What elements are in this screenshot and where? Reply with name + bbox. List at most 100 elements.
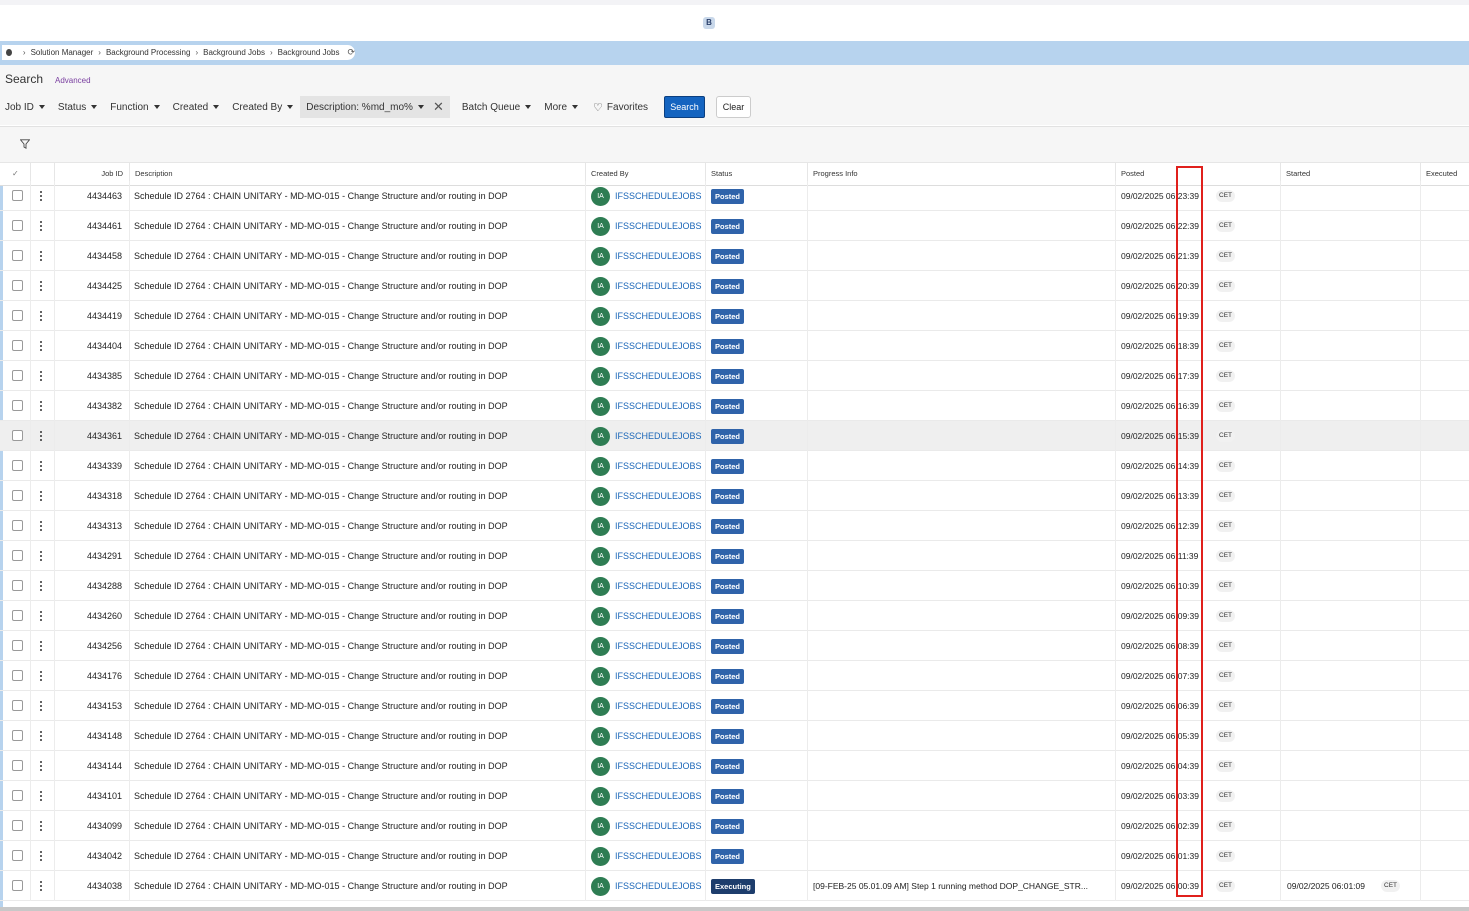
row-menu-icon[interactable] xyxy=(39,549,42,563)
row-menu-icon[interactable] xyxy=(39,759,42,773)
table-row[interactable]: 4434425 Schedule ID 2764 : CHAIN UNITARY … xyxy=(0,271,1469,301)
filter-batch-queue[interactable]: Batch Queue xyxy=(462,102,532,113)
row-menu-icon[interactable] xyxy=(39,849,42,863)
job-id-cell[interactable]: 4434148 xyxy=(56,721,122,751)
row-menu-icon[interactable] xyxy=(39,489,42,503)
table-row[interactable]: 4434318 Schedule ID 2764 : CHAIN UNITARY … xyxy=(0,481,1469,511)
row-checkbox[interactable] xyxy=(12,460,23,471)
table-row[interactable]: 4434313 Schedule ID 2764 : CHAIN UNITARY … xyxy=(0,511,1469,541)
created-by-link[interactable]: IFSSCHEDULEJOBS xyxy=(615,601,702,631)
table-row[interactable]: 4434288 Schedule ID 2764 : CHAIN UNITARY … xyxy=(0,571,1469,601)
created-by-link[interactable]: IFSSCHEDULEJOBS xyxy=(615,451,702,481)
created-by-link[interactable]: IFSSCHEDULEJOBS xyxy=(615,301,702,331)
refresh-icon[interactable]: ⟳ xyxy=(347,47,355,58)
row-checkbox[interactable] xyxy=(12,670,23,681)
row-checkbox[interactable] xyxy=(12,760,23,771)
job-id-cell[interactable]: 4434099 xyxy=(56,811,122,841)
favorites-button[interactable]: ♡ Favorites xyxy=(593,101,648,114)
table-row[interactable]: 4434256 Schedule ID 2764 : CHAIN UNITARY … xyxy=(0,631,1469,661)
row-menu-icon[interactable] xyxy=(39,699,42,713)
table-row[interactable]: 4434382 Schedule ID 2764 : CHAIN UNITARY … xyxy=(0,391,1469,421)
row-checkbox[interactable] xyxy=(12,640,23,651)
row-checkbox[interactable] xyxy=(12,340,23,351)
row-checkbox[interactable] xyxy=(12,310,23,321)
filter-description[interactable]: Description: %md_mo% ✕ xyxy=(300,96,450,118)
table-row[interactable]: 4434361 Schedule ID 2764 : CHAIN UNITARY … xyxy=(0,421,1469,451)
created-by-link[interactable]: IFSSCHEDULEJOBS xyxy=(615,751,702,781)
row-menu-icon[interactable] xyxy=(39,519,42,533)
table-row[interactable]: 4434099 Schedule ID 2764 : CHAIN UNITARY … xyxy=(0,811,1469,841)
row-checkbox[interactable] xyxy=(12,730,23,741)
row-checkbox[interactable] xyxy=(12,190,23,201)
created-by-link[interactable]: IFSSCHEDULEJOBS xyxy=(615,421,702,451)
job-id-cell[interactable]: 4434318 xyxy=(56,481,122,511)
breadcrumb-item[interactable]: Background Processing xyxy=(106,48,191,57)
row-checkbox[interactable] xyxy=(12,820,23,831)
row-checkbox[interactable] xyxy=(12,430,23,441)
row-checkbox[interactable] xyxy=(12,370,23,381)
job-id-cell[interactable]: 4434144 xyxy=(56,751,122,781)
created-by-link[interactable]: IFSSCHEDULEJOBS xyxy=(615,541,702,571)
row-checkbox[interactable] xyxy=(12,250,23,261)
row-menu-icon[interactable] xyxy=(39,639,42,653)
row-checkbox[interactable] xyxy=(12,490,23,501)
table-row[interactable]: 4434148 Schedule ID 2764 : CHAIN UNITARY … xyxy=(0,721,1469,751)
breadcrumb-item[interactable]: Solution Manager xyxy=(31,48,94,57)
table-row[interactable]: 4434419 Schedule ID 2764 : CHAIN UNITARY … xyxy=(0,301,1469,331)
job-id-cell[interactable]: 4434256 xyxy=(56,631,122,661)
clear-button[interactable]: Clear xyxy=(716,96,752,118)
job-id-cell[interactable]: 4434260 xyxy=(56,601,122,631)
table-row[interactable]: 4434291 Schedule ID 2764 : CHAIN UNITARY … xyxy=(0,541,1469,571)
filter-more[interactable]: More xyxy=(544,102,579,113)
table-row[interactable]: 4434144 Schedule ID 2764 : CHAIN UNITARY … xyxy=(0,751,1469,781)
row-menu-icon[interactable] xyxy=(39,789,42,803)
app-logo[interactable]: B xyxy=(703,17,715,29)
created-by-link[interactable]: IFSSCHEDULEJOBS xyxy=(615,241,702,271)
job-id-cell[interactable]: 4434153 xyxy=(56,691,122,721)
horizontal-scrollbar[interactable] xyxy=(0,907,1469,911)
row-checkbox[interactable] xyxy=(12,580,23,591)
row-checkbox[interactable] xyxy=(12,610,23,621)
filter-funnel-icon[interactable] xyxy=(20,139,30,149)
row-checkbox[interactable] xyxy=(12,550,23,561)
home-icon[interactable] xyxy=(6,49,12,56)
job-id-cell[interactable]: 4434382 xyxy=(56,391,122,421)
row-menu-icon[interactable] xyxy=(39,669,42,683)
created-by-link[interactable]: IFSSCHEDULEJOBS xyxy=(615,631,702,661)
created-by-link[interactable]: IFSSCHEDULEJOBS xyxy=(615,661,702,691)
created-by-link[interactable]: IFSSCHEDULEJOBS xyxy=(615,181,702,211)
created-by-link[interactable]: IFSSCHEDULEJOBS xyxy=(615,331,702,361)
row-checkbox[interactable] xyxy=(12,700,23,711)
search-button[interactable]: Search xyxy=(664,96,706,118)
row-menu-icon[interactable] xyxy=(39,819,42,833)
row-checkbox[interactable] xyxy=(12,880,23,891)
created-by-link[interactable]: IFSSCHEDULEJOBS xyxy=(615,841,702,871)
row-menu-icon[interactable] xyxy=(39,309,42,323)
table-row[interactable]: 4434260 Schedule ID 2764 : CHAIN UNITARY … xyxy=(0,601,1469,631)
created-by-link[interactable]: IFSSCHEDULEJOBS xyxy=(615,691,702,721)
job-id-cell[interactable]: 4434313 xyxy=(56,511,122,541)
job-id-cell[interactable]: 4434419 xyxy=(56,301,122,331)
created-by-link[interactable]: IFSSCHEDULEJOBS xyxy=(615,481,702,511)
job-id-cell[interactable]: 4434291 xyxy=(56,541,122,571)
created-by-link[interactable]: IFSSCHEDULEJOBS xyxy=(615,391,702,421)
job-id-cell[interactable]: 4434288 xyxy=(56,571,122,601)
job-id-cell[interactable]: 4434101 xyxy=(56,781,122,811)
table-row[interactable]: 4434461 Schedule ID 2764 : CHAIN UNITARY … xyxy=(0,211,1469,241)
row-menu-icon[interactable] xyxy=(39,219,42,233)
table-row[interactable]: 4434385 Schedule ID 2764 : CHAIN UNITARY … xyxy=(0,361,1469,391)
table-row[interactable]: 4434176 Schedule ID 2764 : CHAIN UNITARY … xyxy=(0,661,1469,691)
row-checkbox[interactable] xyxy=(12,520,23,531)
filter-status[interactable]: Status xyxy=(58,102,98,113)
job-id-cell[interactable]: 4434404 xyxy=(56,331,122,361)
advanced-search-link[interactable]: Advanced xyxy=(55,76,91,85)
created-by-link[interactable]: IFSSCHEDULEJOBS xyxy=(615,571,702,601)
row-menu-icon[interactable] xyxy=(39,429,42,443)
created-by-link[interactable]: IFSSCHEDULEJOBS xyxy=(615,361,702,391)
table-row[interactable]: 4434101 Schedule ID 2764 : CHAIN UNITARY … xyxy=(0,781,1469,811)
row-checkbox[interactable] xyxy=(12,790,23,801)
table-row[interactable]: 4434153 Schedule ID 2764 : CHAIN UNITARY … xyxy=(0,691,1469,721)
row-menu-icon[interactable] xyxy=(39,609,42,623)
table-row[interactable]: 4434458 Schedule ID 2764 : CHAIN UNITARY … xyxy=(0,241,1469,271)
row-checkbox[interactable] xyxy=(12,280,23,291)
